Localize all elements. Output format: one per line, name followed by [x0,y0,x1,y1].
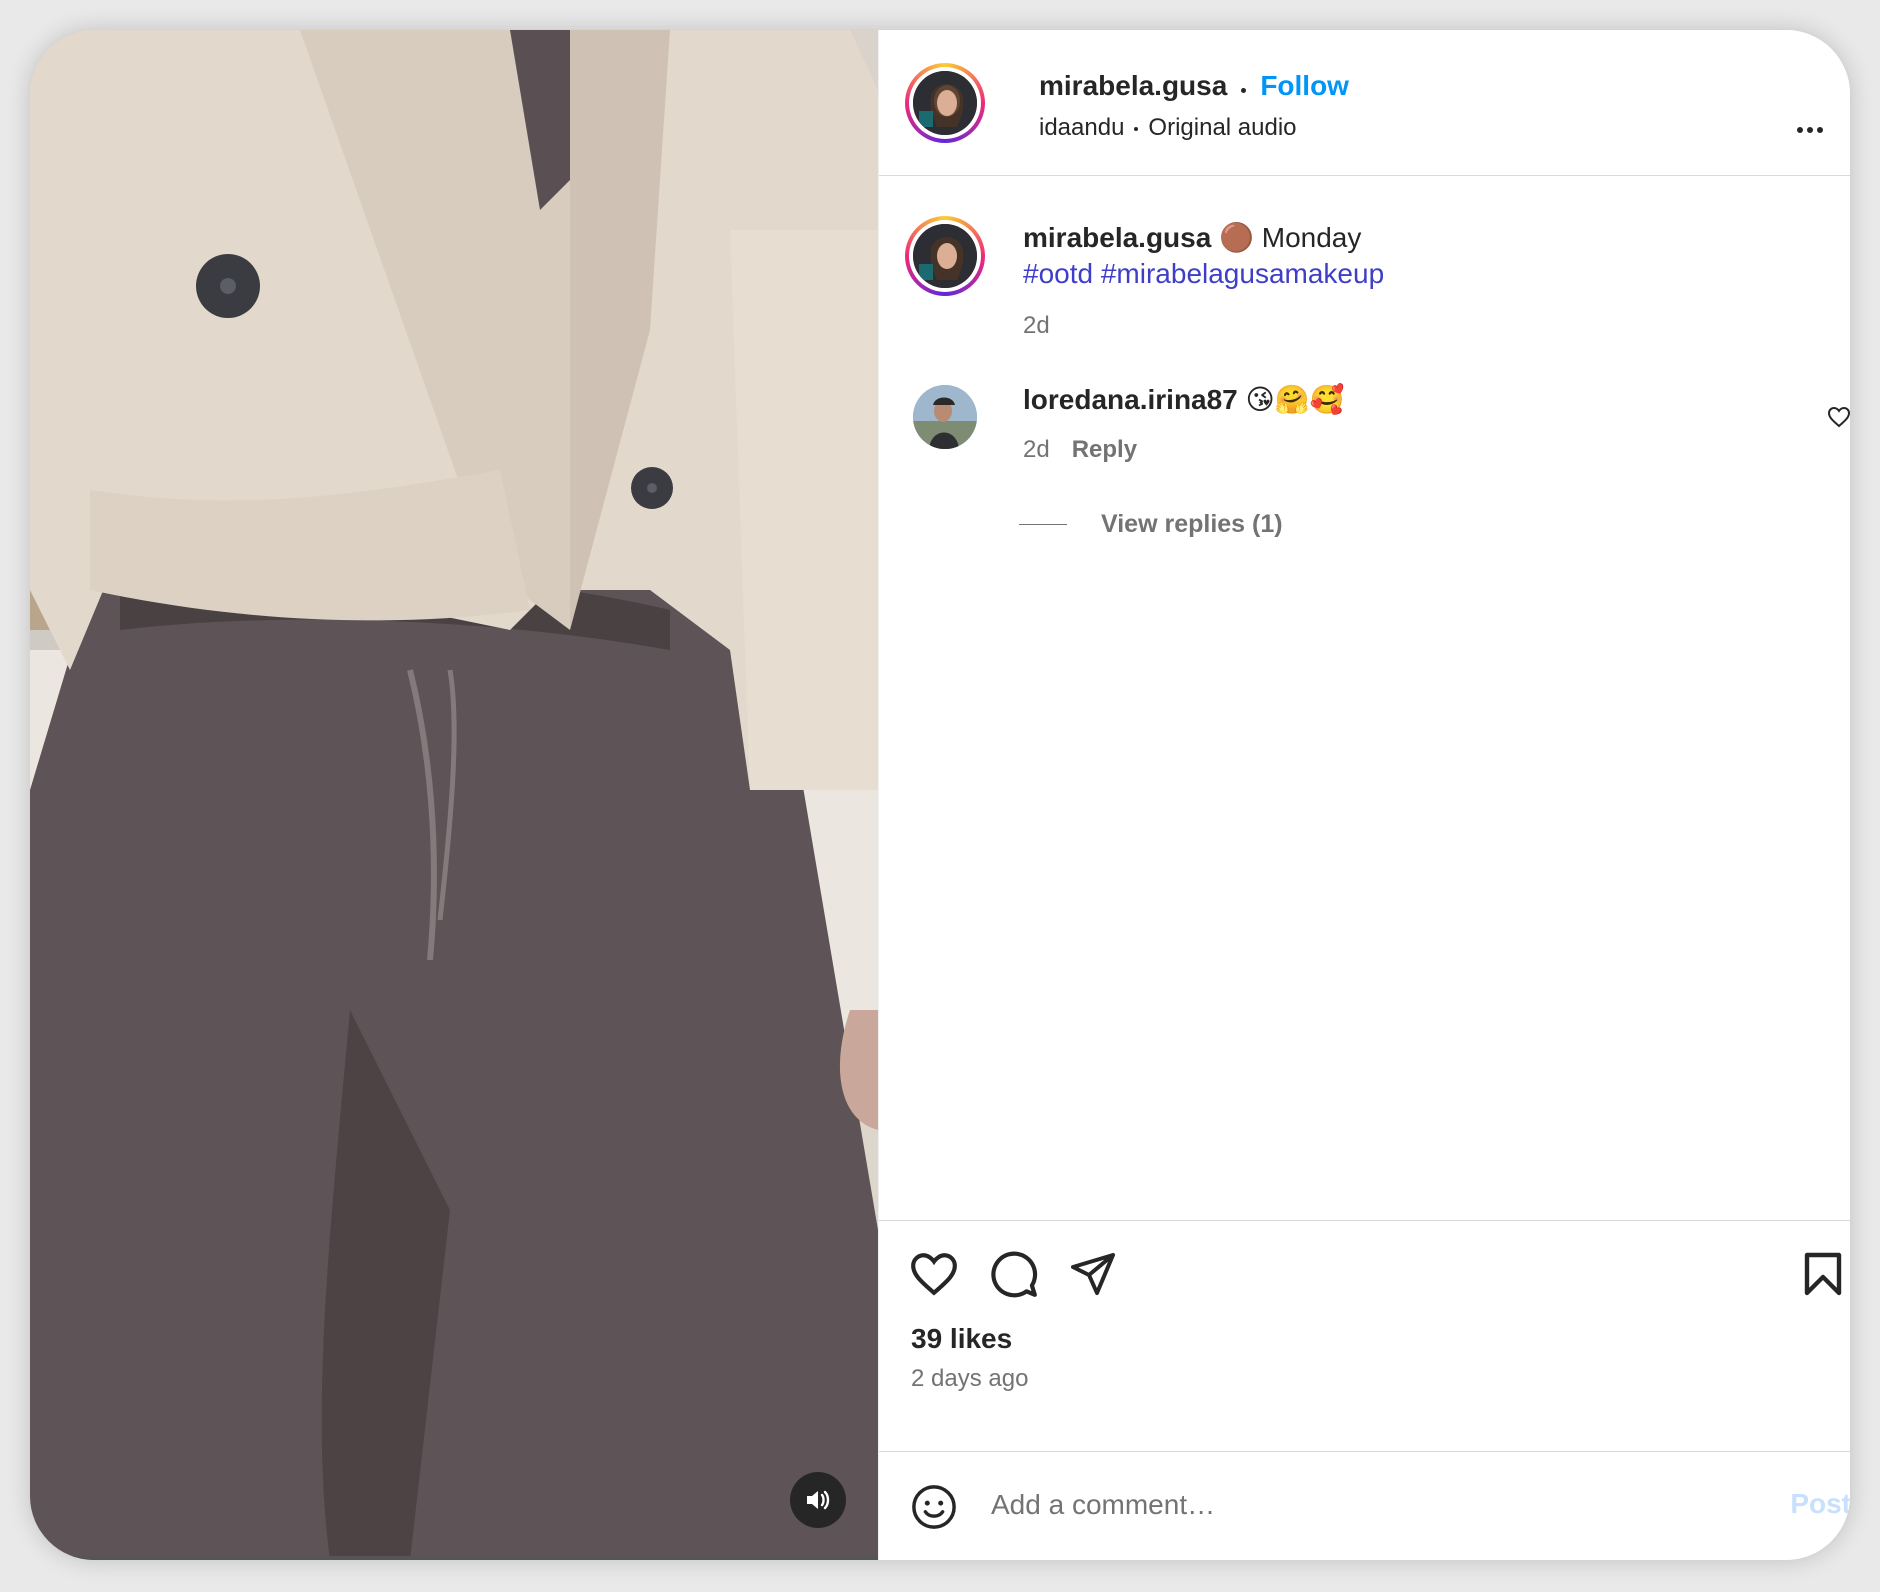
comment-button[interactable] [989,1249,1039,1304]
comment-composer: Post [879,1451,1850,1560]
mute-toggle-button[interactable] [790,1472,846,1528]
comment-author[interactable]: loredana.irina87 [1023,384,1238,415]
video-progress-track[interactable] [30,1556,878,1560]
caption-age: 2d [1023,312,1050,339]
hashtag-mirabelagusamakeup[interactable]: #mirabelagusamakeup [1101,258,1384,289]
separator-dot [1134,126,1139,131]
commenter-avatar[interactable] [913,385,977,449]
save-button[interactable] [1803,1251,1843,1302]
caption-author-avatar[interactable] [905,216,985,296]
author-avatar[interactable] [905,63,985,143]
reply-button[interactable]: Reply [1072,436,1137,463]
post-actions: 39 likes 2 days ago [879,1220,1850,1431]
like-count[interactable]: 39 likes [911,1323,1012,1355]
post-header: mirabela.gusa Follow idaandu Original audi… [879,30,1850,176]
replies-divider-line [1019,524,1067,525]
caption-text: Monday [1261,222,1362,253]
video-player[interactable] [30,30,878,1560]
hashtag-ootd[interactable]: #ootd [1023,258,1093,289]
separator-dot [1241,88,1247,94]
paper-plane-icon [1071,1253,1115,1295]
comment-text: 😘🤗🥰 [1245,384,1345,415]
like-button[interactable] [909,1251,959,1302]
heart-outline-icon [1827,406,1850,428]
emoji-picker-button[interactable] [911,1484,957,1535]
follow-button[interactable]: Follow [1260,70,1349,101]
speaker-icon [807,1490,830,1510]
author-username[interactable]: mirabela.gusa [1039,70,1227,101]
comment: loredana.irina87 😘🤗🥰 [1023,382,1344,418]
view-replies-button[interactable]: View replies (1) [1019,510,1283,539]
post-dialog: mirabela.gusa Follow idaandu Original audi… [30,30,1850,1560]
post-timestamp: 2 days ago [911,1365,1029,1392]
commenter-avatar-photo [913,385,977,449]
bookmark-icon [1804,1252,1842,1296]
comment-input[interactable] [989,1482,1693,1528]
caption-author[interactable]: mirabela.gusa [1023,222,1211,253]
like-comment-button[interactable] [1827,406,1850,433]
author-avatar-photo [913,71,977,135]
caption: mirabela.gusa 🟤 Monday #ootd #mirabelagu… [1023,220,1384,344]
speech-bubble-icon [991,1251,1038,1298]
post-side-panel: mirabela.gusa Follow idaandu Original audi… [878,30,1850,1560]
post-comment-button[interactable]: Post [1790,1488,1850,1520]
audio-author[interactable]: idaandu [1039,114,1124,141]
comment-age: 2d [1023,436,1050,463]
heart-outline-icon [911,1253,957,1296]
caption-emoji: 🟤 [1219,222,1254,253]
video-frame [30,30,878,1560]
audio-title[interactable]: Original audio [1148,114,1296,141]
more-horizontal-icon [1797,127,1803,133]
more-options-button[interactable] [1797,120,1841,133]
caption-avatar-photo [913,224,977,288]
view-replies-label: View replies (1) [1101,510,1283,538]
smiley-face-icon [912,1485,956,1529]
share-button[interactable] [1069,1251,1117,1302]
